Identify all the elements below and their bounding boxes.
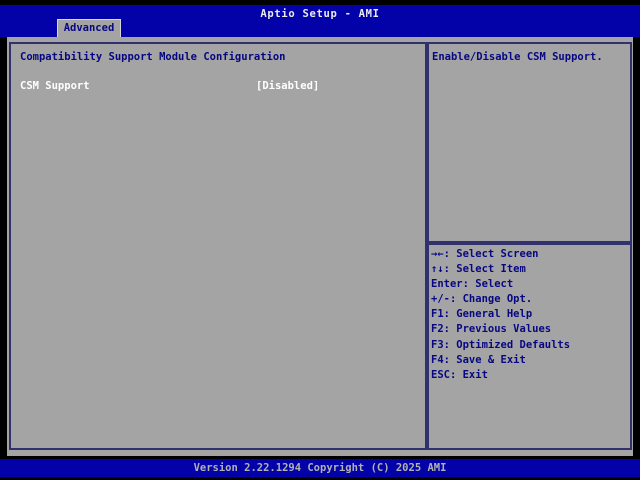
main-panel: Compatibility Support Module Configurati… — [7, 37, 633, 456]
settings-box: Compatibility Support Module Configurati… — [9, 42, 427, 450]
key-legend: →←: Select Screen ↑↓: Select Item Enter:… — [431, 247, 570, 383]
header-bar: Aptio Setup - AMI Advanced — [0, 5, 640, 37]
legend-enter-select: Enter: Select — [431, 278, 514, 291]
footer-bar: Version 2.22.1294 Copyright (C) 2025 AMI — [0, 459, 640, 477]
bios-setup-screen: Aptio Setup - AMI Advanced Compatibility… — [0, 0, 640, 480]
help-box: Enable/Disable CSM Support. — [427, 42, 632, 243]
legend-f1-general-help: F1: General Help — [431, 308, 533, 321]
key-legend-box: →←: Select Screen ↑↓: Select Item Enter:… — [427, 243, 632, 450]
menu-item-label: CSM Support — [20, 80, 90, 92]
menu-item-value: [Disabled] — [256, 80, 320, 92]
legend-f3-optimized-defaults: F3: Optimized Defaults — [431, 338, 571, 351]
legend-f2-previous-values: F2: Previous Values — [431, 323, 552, 336]
legend-change-opt: +/-: Change Opt. — [431, 293, 533, 306]
tab-advanced[interactable]: Advanced — [57, 19, 121, 37]
section-title: Compatibility Support Module Configurati… — [20, 51, 286, 63]
legend-esc-exit: ESC: Exit — [431, 368, 488, 381]
legend-select-screen: →←: Select Screen — [431, 248, 539, 260]
menu-item-csm-support[interactable]: CSM Support [Disabled] — [11, 80, 425, 94]
help-description: Enable/Disable CSM Support. — [432, 51, 603, 63]
legend-f4-save-exit: F4: Save & Exit — [431, 353, 526, 366]
version-text: Version 2.22.1294 Copyright (C) 2025 AMI — [193, 462, 447, 474]
legend-select-item: ↑↓: Select Item — [431, 263, 526, 276]
